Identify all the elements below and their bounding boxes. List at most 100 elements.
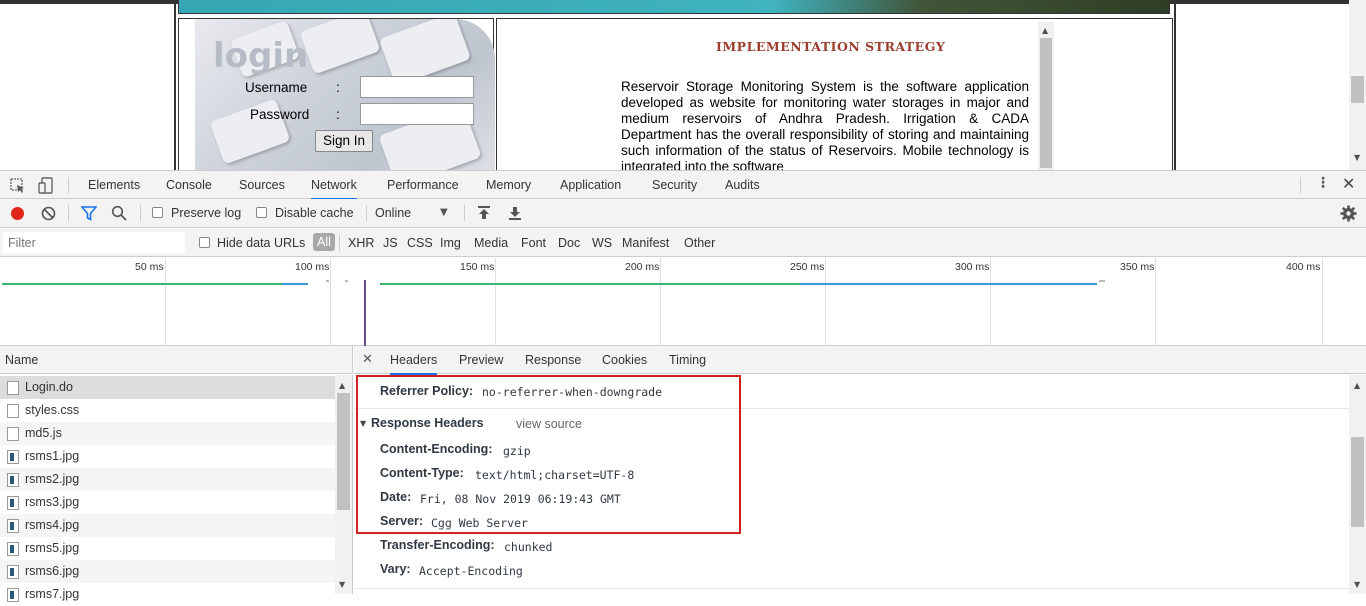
tab-security[interactable]: Security [652,178,697,192]
filter-type-font[interactable]: Font [521,236,546,250]
disable-cache-checkbox[interactable] [256,207,267,218]
timeline-marker [326,280,329,282]
search-icon[interactable] [111,205,127,221]
tab-console[interactable]: Console [166,178,212,192]
network-overview-timeline[interactable]: 50 ms 100 ms 150 ms 200 ms 250 ms 300 ms… [0,258,1366,346]
tab-preview[interactable]: Preview [459,353,503,367]
scroll-down-icon[interactable]: ▼ [1354,580,1360,589]
close-devtools-icon[interactable]: ✕ [1342,174,1355,193]
filter-type-other[interactable]: Other [684,236,715,250]
request-row[interactable]: rsms4.jpg [0,514,335,537]
request-list-scroll-thumb[interactable] [337,393,350,510]
chevron-down-icon[interactable]: ▼ [440,207,448,218]
tab-cookies[interactable]: Cookies [602,353,647,367]
filter-type-xhr[interactable]: XHR [348,236,374,250]
tab-network[interactable]: Network [311,178,357,200]
timeline-tick-label: 50 ms [135,261,164,273]
request-row[interactable]: Login.do [0,376,335,399]
username-colon: : [336,80,340,95]
inspect-element-icon[interactable] [10,178,26,194]
timeline-waiting-bar [2,283,282,285]
preserve-log-label: Preserve log [171,206,242,220]
divider [366,205,367,221]
request-row[interactable]: rsms2.jpg [0,468,335,491]
document-icon [7,381,19,395]
image-icon [7,588,19,602]
image-icon [7,496,19,510]
tab-application[interactable]: Application [560,178,621,192]
login-heading: login [213,36,309,76]
tab-response[interactable]: Response [525,353,581,367]
scroll-down-icon[interactable]: ▼ [339,580,345,589]
export-har-icon[interactable] [507,205,523,221]
password-input[interactable] [360,103,474,125]
disable-cache-label: Disable cache [275,206,354,220]
header-key: Vary: [380,562,411,576]
tab-audits[interactable]: Audits [725,178,760,192]
tab-timing[interactable]: Timing [669,353,706,367]
timeline-gridline [165,258,166,346]
request-list: Login.do styles.css md5.js rsms1.jpg rsm… [0,375,335,602]
tab-headers[interactable]: Headers [390,353,438,375]
sign-in-button[interactable]: Sign In [315,130,373,152]
password-colon: : [336,107,340,122]
header-key: Transfer-Encoding: [380,538,495,552]
timeline-tick-label: 250 ms [790,261,825,273]
request-row[interactable]: rsms3.jpg [0,491,335,514]
settings-gear-icon[interactable] [1340,205,1357,222]
filter-type-doc[interactable]: Doc [558,236,580,250]
timeline-marker [1099,280,1105,282]
scroll-up-icon[interactable]: ▲ [1042,26,1048,35]
filter-input[interactable] [3,232,185,253]
tab-memory[interactable]: Memory [486,178,531,192]
close-details-icon[interactable]: ✕ [362,352,373,367]
content-scroll-thumb[interactable] [1040,38,1052,168]
divider [140,205,141,221]
device-toolbar-icon[interactable] [38,177,56,195]
filter-type-js[interactable]: JS [383,236,398,250]
request-row[interactable]: rsms1.jpg [0,445,335,468]
request-row[interactable]: styles.css [0,399,335,422]
record-icon[interactable] [11,207,24,220]
timeline-tick-label: 150 ms [460,261,495,273]
filter-type-media[interactable]: Media [474,236,508,250]
request-row[interactable]: rsms6.jpg [0,560,335,583]
timeline-download-bar [282,283,308,285]
script-icon [7,427,19,441]
username-input[interactable] [360,76,474,98]
network-toolbar: Preserve log Disable cache Online ▼ [0,199,1366,228]
preserve-log-checkbox[interactable] [152,207,163,218]
scroll-up-icon[interactable]: ▲ [1354,381,1360,390]
hide-data-urls-checkbox[interactable] [199,237,210,248]
request-details-tab-bar: ✕ Headers Preview Response Cookies Timin… [354,346,1366,375]
filter-bar: Hide data URLs All XHR JS CSS Img Media … [0,229,1366,257]
name-header-label: Name [5,353,39,367]
request-row[interactable]: rsms7.jpg [0,583,335,606]
more-options-icon[interactable]: ⋮ [1316,175,1330,191]
page-scroll-down-icon[interactable]: ▼ [1354,153,1360,162]
timeline-gridline [495,258,496,346]
timeline-tick-label: 350 ms [1120,261,1155,273]
filter-type-ws[interactable]: WS [592,236,612,250]
filter-type-manifest[interactable]: Manifest [622,236,669,250]
scroll-up-icon[interactable]: ▲ [339,381,345,390]
tab-elements[interactable]: Elements [88,178,140,192]
tab-sources[interactable]: Sources [239,178,285,192]
clear-icon[interactable] [41,206,56,221]
tab-performance[interactable]: Performance [387,178,459,192]
timeline-gridline [1322,258,1323,346]
import-har-icon[interactable] [476,205,492,221]
headers-scroll-thumb[interactable] [1351,437,1364,527]
timeline-gridline [330,258,331,346]
throttle-select[interactable]: Online [375,206,411,220]
page-banner [178,0,1170,14]
request-row[interactable]: rsms5.jpg [0,537,335,560]
filter-type-css[interactable]: CSS [407,236,433,250]
filter-icon[interactable] [81,206,97,221]
filter-type-img[interactable]: Img [440,236,461,250]
username-label: Username [245,80,308,95]
name-column-header[interactable]: Name [0,346,353,374]
filter-type-all[interactable]: All [313,233,335,251]
page-scroll-thumb[interactable] [1351,76,1364,103]
request-row[interactable]: md5.js [0,422,335,445]
